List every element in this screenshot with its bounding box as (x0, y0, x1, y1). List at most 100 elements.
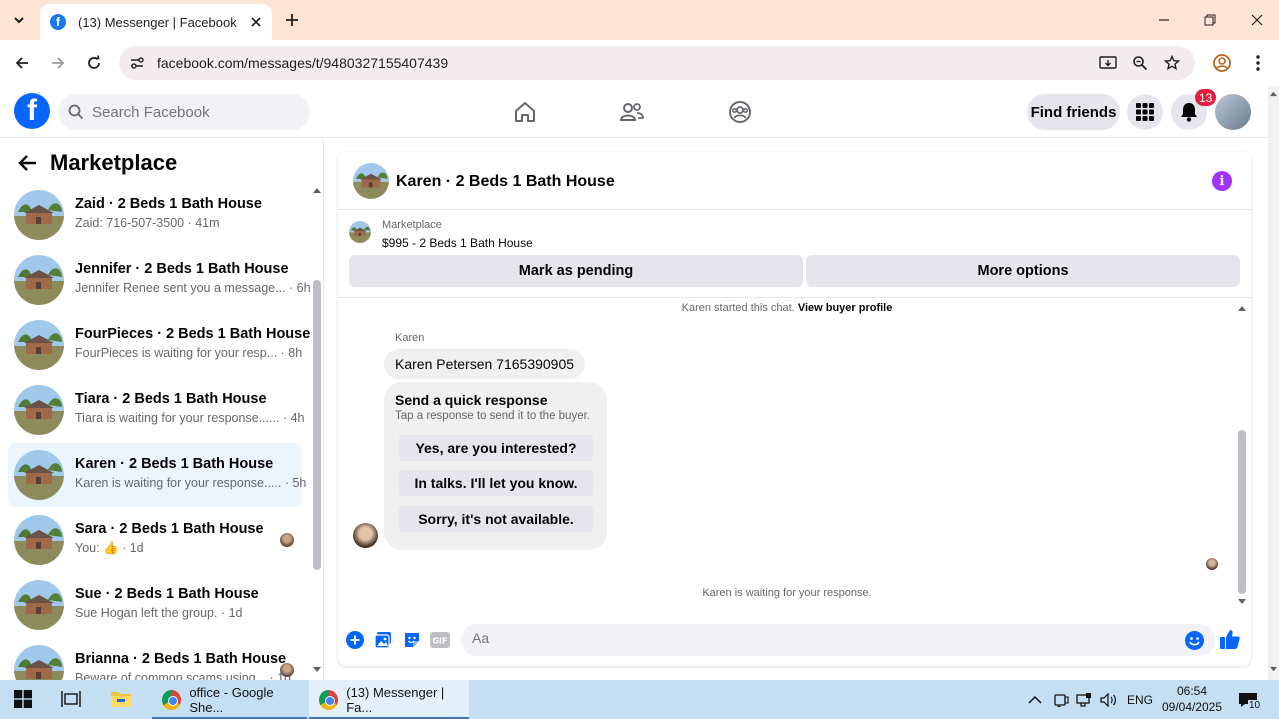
close-icon (1251, 14, 1263, 26)
close-window-button[interactable] (1247, 10, 1267, 30)
chat-list-item[interactable]: Brianna · 2 Beds 1 Bath House Beware of c… (8, 638, 302, 680)
gif-button[interactable]: GIF (430, 630, 450, 650)
message-bubble[interactable]: Karen Petersen 7165390905 (384, 349, 586, 379)
browser-menu-button[interactable] (1246, 51, 1270, 75)
language-indicator[interactable]: ENG (1127, 680, 1153, 719)
scroll-up-arrow-icon[interactable] (312, 186, 322, 194)
back-button[interactable] (10, 51, 34, 75)
emoji-button[interactable] (1184, 630, 1204, 650)
tab-close-icon[interactable] (248, 14, 264, 30)
taskbar-app-sheets[interactable]: office - Google She... (152, 680, 307, 719)
chat-name: Sara · 2 Beds 1 Bath House (75, 521, 264, 537)
volume-icon[interactable] (1100, 680, 1118, 719)
chat-name: Zaid · 2 Beds 1 Bath House (75, 196, 262, 212)
taskbar-app-messenger[interactable]: (13) Messenger | Fa... (309, 680, 469, 719)
scroll-down-arrow-icon[interactable] (312, 666, 322, 674)
facebook-header: f Find friends 13 (0, 86, 1268, 138)
info-icon[interactable]: i (1212, 171, 1232, 191)
chat-list-item[interactable]: Jennifer · 2 Beds 1 Bath House Jennifer R… (8, 248, 311, 312)
meet-now-icon[interactable] (1053, 680, 1069, 719)
scroll-up-arrow-icon[interactable] (1237, 304, 1247, 312)
facebook-logo-icon[interactable]: f (14, 93, 50, 129)
action-center-button[interactable]: 10 (1238, 680, 1262, 719)
restore-button[interactable] (1200, 10, 1220, 30)
profile-menu-button[interactable] (1210, 51, 1234, 75)
friends-nav-button[interactable] (618, 98, 646, 126)
sender-avatar[interactable] (353, 523, 378, 548)
back-arrow-icon[interactable] (18, 154, 38, 172)
tray-expand-button[interactable] (1028, 680, 1042, 719)
groups-nav-button[interactable] (726, 98, 754, 126)
message-composer: GIF (338, 618, 1251, 666)
minimize-icon (1159, 19, 1169, 21)
profile-avatar[interactable] (1215, 94, 1251, 130)
install-app-icon[interactable] (1098, 53, 1118, 73)
find-friends-button[interactable]: Find friends (1027, 94, 1120, 130)
listing-price[interactable]: $995 - 2 Beds 1 Bath House (382, 236, 533, 250)
more-options-button[interactable]: More options (806, 255, 1240, 287)
chat-list-item[interactable]: Karen · 2 Beds 1 Bath House Karen is wait… (8, 443, 306, 507)
chat-list-item[interactable]: FourPieces · 2 Beds 1 Bath House FourPiec… (8, 313, 310, 377)
network-icon[interactable] (1076, 680, 1092, 719)
forward-button[interactable] (46, 51, 70, 75)
reload-icon (88, 55, 100, 69)
chat-name: Jennifer · 2 Beds 1 Bath House (75, 261, 289, 277)
emoji-icon (1184, 630, 1204, 650)
search-input[interactable] (92, 103, 292, 121)
message-scrollbar[interactable] (1238, 430, 1246, 594)
chat-list-item[interactable]: Sara · 2 Beds 1 Bath House You: 👍 · 1d (8, 508, 302, 572)
minimize-button[interactable] (1154, 10, 1174, 30)
task-view-button[interactable] (60, 688, 82, 710)
conversation-title[interactable]: Karen · 2 Beds 1 Bath House (396, 173, 615, 191)
zoom-icon[interactable] (1130, 53, 1150, 73)
add-attachment-button[interactable] (345, 630, 365, 650)
site-info-icon[interactable] (127, 53, 147, 73)
chevron-down-icon (14, 17, 24, 24)
bell-icon (1181, 103, 1197, 122)
scroll-up-arrow-icon[interactable] (1269, 90, 1278, 97)
facebook-search[interactable] (58, 94, 310, 130)
listing-thumbnail (14, 190, 64, 240)
page-scrollbar[interactable] (1268, 86, 1279, 680)
listing-thumbnail (14, 645, 64, 680)
thumbs-up-icon (1220, 630, 1240, 649)
taskbar-clock[interactable]: 06:54 09/04/2025 (1158, 683, 1226, 715)
reload-button[interactable] (82, 51, 106, 75)
quick-response-button[interactable]: In talks. I'll let you know. (399, 470, 593, 496)
listing-thumbnail (14, 450, 64, 500)
view-buyer-profile-link[interactable]: View buyer profile (798, 302, 893, 314)
conversation-header: Karen · 2 Beds 1 Bath House i (338, 152, 1251, 210)
new-tab-button[interactable] (282, 10, 302, 30)
marketplace-title: Marketplace (50, 150, 178, 175)
scroll-down-arrow-icon[interactable] (1269, 666, 1278, 673)
home-nav-button[interactable] (511, 98, 539, 126)
like-button[interactable] (1220, 629, 1240, 649)
attach-photo-button[interactable] (373, 630, 393, 650)
bookmark-star-icon[interactable] (1162, 53, 1182, 73)
chat-list-item[interactable]: Zaid · 2 Beds 1 Bath House Zaid: 716-507-… (8, 183, 302, 247)
grid-menu-icon (1136, 103, 1154, 121)
quick-response-button[interactable]: Sorry, it's not available. (399, 506, 593, 532)
message-input[interactable] (472, 630, 1152, 646)
browser-tab-messenger[interactable]: f (13) Messenger | Facebook (40, 4, 272, 40)
clock-time: 06:54 (1176, 684, 1208, 698)
tab-title: (13) Messenger | Facebook (78, 14, 237, 30)
sticker-button[interactable] (402, 630, 422, 650)
chat-list-scrollbar[interactable] (313, 280, 321, 570)
clock-date: 09/04/2025 (1161, 700, 1223, 714)
chevron-up-icon (1028, 695, 1042, 704)
listing-summary: Marketplace $995 - 2 Beds 1 Bath House M… (338, 210, 1251, 298)
scroll-down-arrow-icon[interactable] (1237, 598, 1247, 606)
chat-list-item[interactable]: Tiara · 2 Beds 1 Bath House Tiara is wait… (8, 378, 305, 442)
chat-list-item[interactable]: Sue · 2 Beds 1 Bath House Sue Hogan left … (8, 573, 302, 637)
address-bar[interactable]: facebook.com/messages/t/9480327155407439 (119, 46, 1195, 80)
quick-response-button[interactable]: Yes, are you interested? (399, 435, 593, 461)
file-explorer-button[interactable] (110, 688, 132, 710)
listing-source: Marketplace (382, 219, 442, 231)
tab-search-button[interactable] (6, 8, 32, 32)
mark-as-pending-button[interactable]: Mark as pending (349, 255, 803, 287)
menu-button[interactable] (1127, 94, 1163, 130)
listing-thumbnail[interactable] (353, 163, 389, 199)
start-button[interactable] (12, 688, 34, 710)
message-input-box[interactable] (461, 624, 1215, 656)
